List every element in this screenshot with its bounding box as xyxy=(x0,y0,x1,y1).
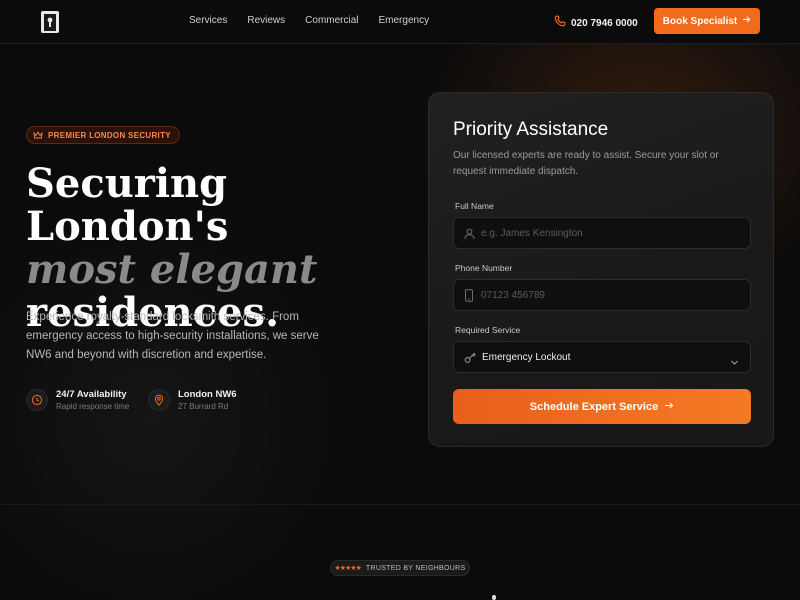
nav-link-commercial[interactable]: Commercial xyxy=(305,15,358,26)
nav-link-reviews[interactable]: Reviews xyxy=(247,15,285,26)
schedule-button-label: Schedule Expert Service xyxy=(529,400,659,413)
nav-link-services[interactable]: Services xyxy=(189,15,227,26)
card-title: Priority Assistance xyxy=(453,119,609,140)
nav-link-emergency[interactable]: Emergency xyxy=(379,15,430,26)
decorative-dot xyxy=(492,595,496,600)
full-name-label: Full Name xyxy=(455,201,494,211)
card-subtitle: Our licensed experts are ready to assist… xyxy=(453,150,719,177)
phone-number: 020 7946 0000 xyxy=(571,17,638,29)
nav-phone[interactable]: 020 7946 0000 xyxy=(554,14,638,32)
trusted-label: TRUSTED BY NEIGHBOURS xyxy=(365,564,466,572)
full-name-field xyxy=(453,217,751,249)
feature-location-subtitle: 27 Burrard Rd xyxy=(178,402,229,411)
clock-icon xyxy=(26,389,48,411)
logo-icon[interactable] xyxy=(40,10,60,34)
top-nav: Services Reviews Commercial Emergency 02… xyxy=(0,0,800,44)
crown-icon xyxy=(33,126,43,144)
feature-availability-subtitle: Rapid response time xyxy=(56,402,130,411)
arrow-right-icon xyxy=(664,401,674,413)
feature-location-title: London NW6 xyxy=(178,389,237,400)
phone-number-input[interactable] xyxy=(481,280,741,310)
mobile-phone-icon xyxy=(464,289,474,307)
key-icon xyxy=(464,351,477,369)
hero-title-line2: most elegant xyxy=(26,246,318,293)
schedule-expert-service-button[interactable]: Schedule Expert Service xyxy=(453,389,751,424)
required-service-label: Required Service xyxy=(455,325,521,335)
book-specialist-button[interactable]: Book Specialist xyxy=(654,8,760,34)
nav-links: Services Reviews Commercial Emergency xyxy=(189,15,449,26)
phone-number-label: Phone Number xyxy=(455,263,513,273)
feature-location: London NW6 27 Burrard Rd xyxy=(148,389,237,411)
section-divider xyxy=(0,504,800,505)
chevron-down-icon xyxy=(730,353,739,371)
hero-description: Experience royalty-standard locksmith se… xyxy=(26,311,319,361)
star-rating-icon: ★★★★★ xyxy=(334,565,362,572)
book-specialist-label: Book Specialist xyxy=(662,15,738,27)
required-service-select[interactable]: Emergency Lockout xyxy=(453,341,751,373)
arrow-right-icon xyxy=(742,15,751,27)
feature-availability: 24/7 Availability Rapid response time xyxy=(26,389,129,411)
priority-assistance-card: Priority Assistance Our licensed experts… xyxy=(428,92,774,447)
badge-label: PREMIER LONDON SECURITY xyxy=(48,130,171,140)
phone-icon xyxy=(554,14,566,32)
user-icon xyxy=(464,227,475,245)
phone-number-field xyxy=(453,279,751,311)
required-service-value: Emergency Lockout xyxy=(482,352,571,363)
feature-availability-title: 24/7 Availability xyxy=(56,389,127,400)
full-name-input[interactable] xyxy=(481,218,741,248)
premier-badge: PREMIER LONDON SECURITY xyxy=(26,126,180,144)
trusted-badge: ★★★★★ TRUSTED BY NEIGHBOURS xyxy=(330,560,470,576)
hero-title-line1: Securing London's xyxy=(26,160,229,250)
location-pin-icon xyxy=(148,389,170,411)
